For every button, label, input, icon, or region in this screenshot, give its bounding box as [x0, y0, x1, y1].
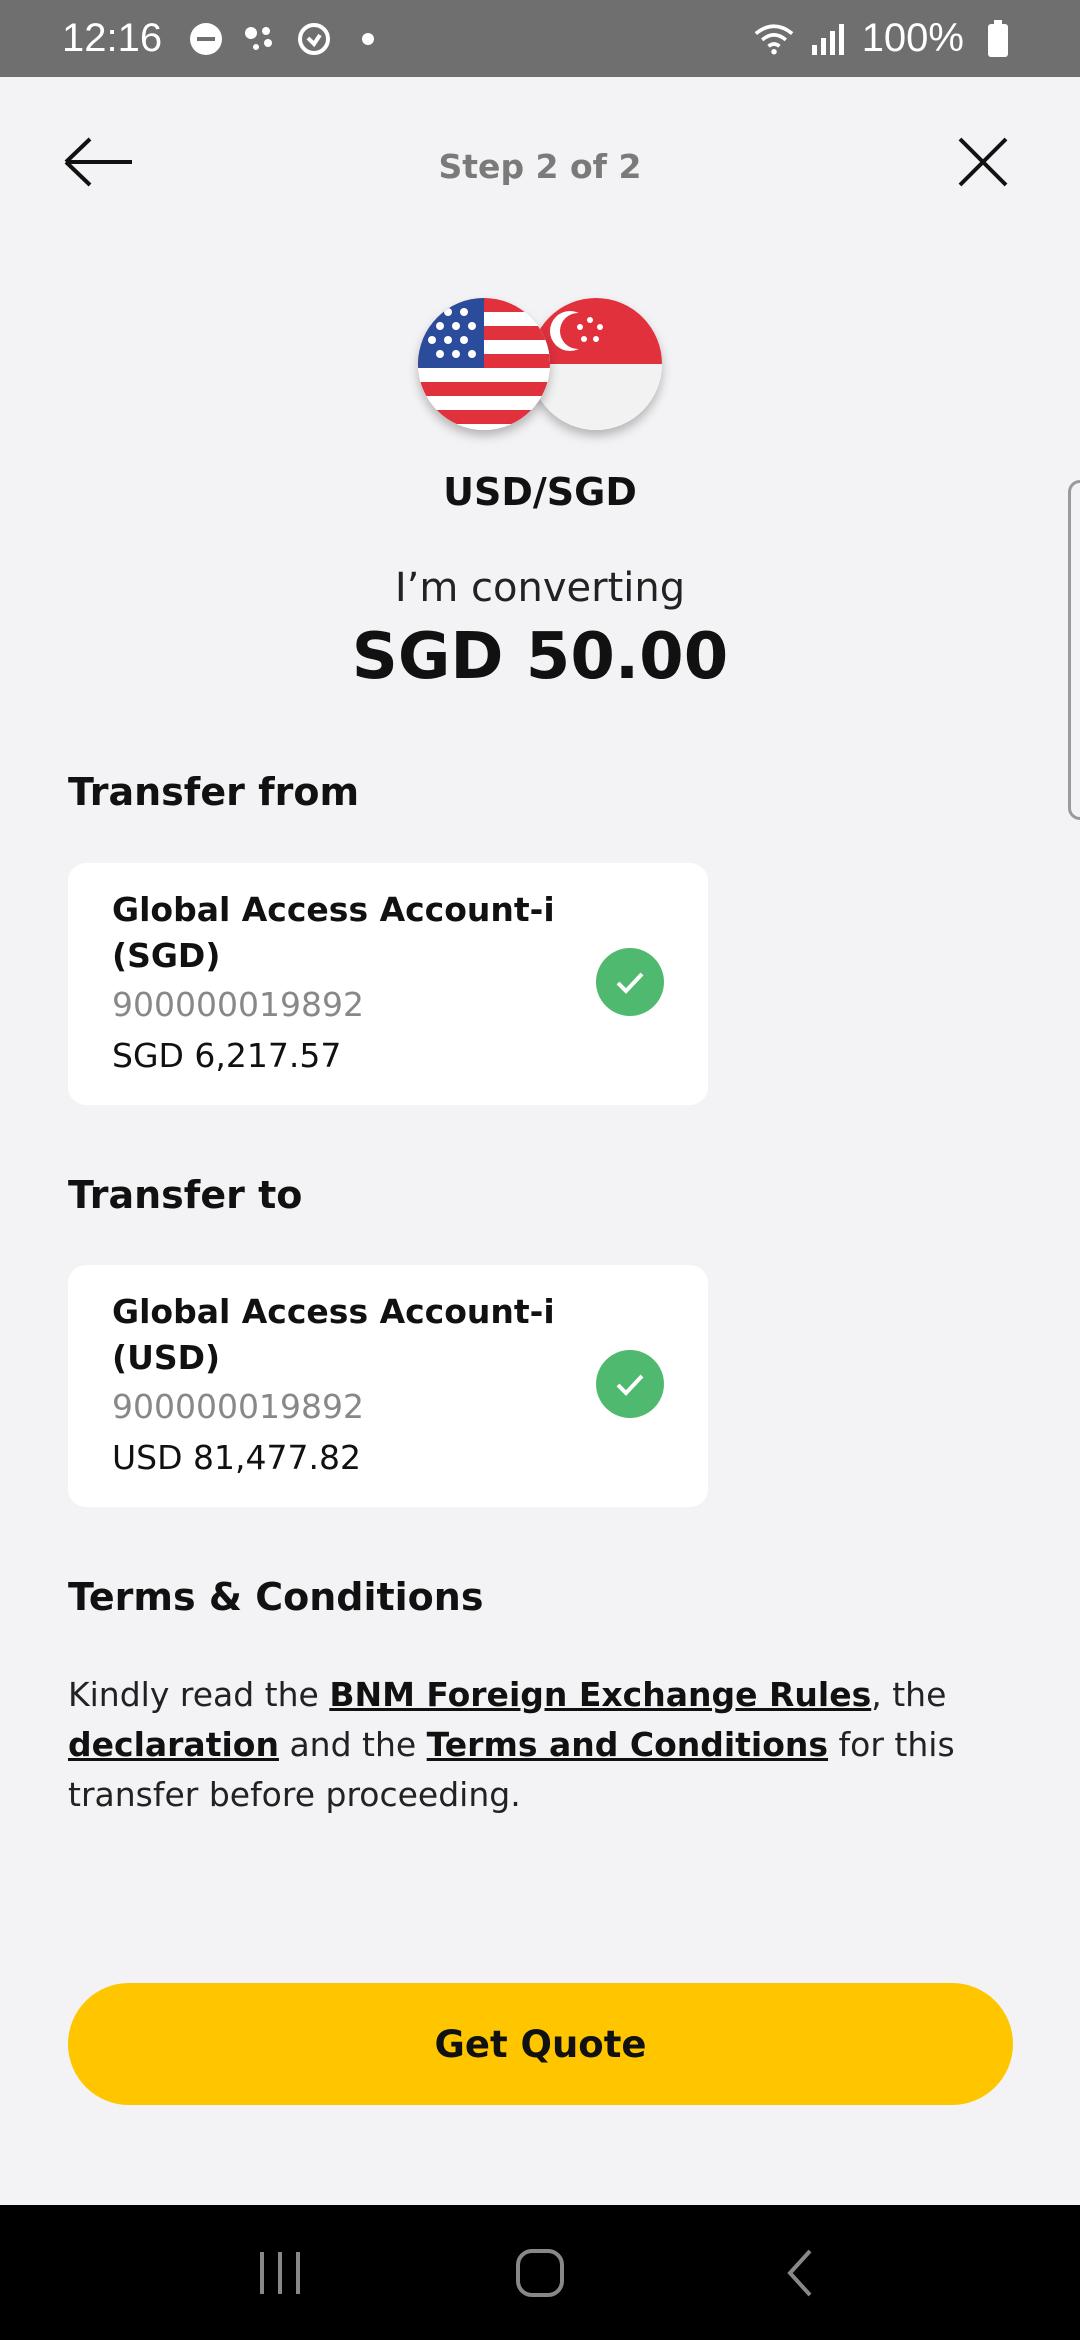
home-icon	[516, 2248, 564, 2297]
signal-icon	[808, 19, 848, 59]
account-name: Global Access Account-i (USD)	[112, 1292, 555, 1377]
system-back-button[interactable]	[755, 2238, 845, 2308]
status-bar: 12:16 100%	[0, 0, 1080, 77]
system-nav-bar	[0, 2205, 1080, 2340]
transfer-from-card[interactable]: Global Access Account-i (SGD) 9000000198…	[68, 863, 708, 1105]
terms-conditions-link[interactable]: Terms and Conditions	[427, 1725, 828, 1764]
terms-title: Terms & Conditions	[68, 1575, 484, 1619]
chevron-left-icon	[787, 2249, 812, 2296]
assistant-icon	[240, 19, 280, 59]
status-right: 100%	[754, 16, 1018, 61]
dot-icon	[348, 19, 388, 59]
battery-icon	[978, 19, 1018, 59]
converting-label: I’m converting	[394, 565, 686, 611]
currency-flags	[418, 298, 668, 433]
terms-text-1: Kindly read the	[68, 1675, 330, 1714]
transfer-from-title: Transfer from	[68, 770, 360, 814]
account-number: 900000019892	[112, 985, 364, 1024]
status-left: 12:16	[62, 16, 388, 61]
dnd-icon	[186, 19, 226, 59]
currency-pair: USD/SGD	[443, 470, 637, 514]
account-balance: USD 81,477.82	[112, 1438, 361, 1477]
recents-icon	[260, 2251, 300, 2294]
terms-text: Kindly read the BNM Foreign Exchange Rul…	[68, 1670, 968, 1820]
transfer-to-card[interactable]: Global Access Account-i (USD) 9000000198…	[68, 1265, 708, 1507]
terms-text-2: , the	[871, 1675, 947, 1714]
account-balance: SGD 6,217.57	[112, 1036, 342, 1075]
account-name: Global Access Account-i (SGD)	[112, 890, 555, 975]
close-button[interactable]	[948, 127, 1018, 197]
transfer-to-title: Transfer to	[68, 1173, 303, 1217]
close-icon	[958, 137, 1008, 187]
check-icon	[596, 1350, 664, 1418]
us-flag-icon	[418, 298, 550, 430]
terms-text-3: and the	[278, 1725, 427, 1764]
check-icon	[596, 948, 664, 1016]
battery-level: 100%	[861, 16, 964, 60]
declaration-link[interactable]: declaration	[68, 1725, 279, 1764]
home-button[interactable]	[495, 2238, 585, 2308]
recent-apps-button[interactable]	[235, 2238, 325, 2308]
get-quote-button[interactable]: Get Quote	[68, 1983, 1013, 2105]
sync-icon	[294, 19, 334, 59]
bnm-rules-link[interactable]: BNM Foreign Exchange Rules	[329, 1675, 871, 1714]
converting-amount: SGD 50.00	[351, 620, 729, 694]
account-number: 900000019892	[112, 1387, 364, 1426]
status-time: 12:16	[62, 16, 163, 60]
header: Step 2 of 2	[0, 77, 1080, 247]
step-indicator: Step 2 of 2	[438, 147, 642, 186]
scroll-indicator	[1068, 480, 1080, 820]
wifi-icon	[754, 19, 794, 59]
